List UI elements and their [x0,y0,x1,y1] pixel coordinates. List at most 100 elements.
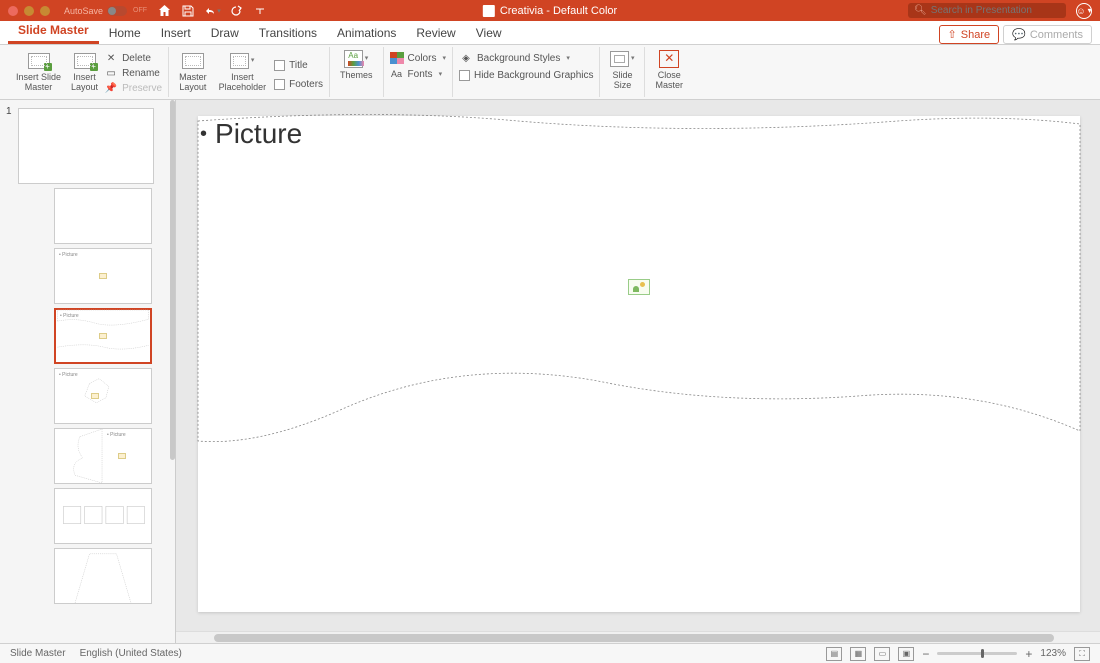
toggle-switch[interactable] [107,6,127,16]
fonts-icon: Aa [390,68,404,80]
master-thumbnail[interactable] [18,108,154,184]
close-icon: ✕ [659,50,679,68]
quick-access-toolbar: ▾ [157,4,267,18]
close-master-button[interactable]: ✕ Close Master [651,47,687,93]
layout-thumbnail-6[interactable] [54,488,152,544]
picture-icon[interactable] [628,279,650,295]
insert-layout-button[interactable]: + Insert Layout [67,49,102,95]
zoom-level[interactable]: 123% [1040,648,1066,659]
picture-icon [99,333,107,339]
status-bar: Slide Master English (United States) ▤ ▦… [0,643,1100,663]
status-language[interactable]: English (United States) [80,648,182,659]
content-area: 1 • Picture • Picture • Picture • Pictur… [0,100,1100,643]
tab-transitions[interactable]: Transitions [249,22,327,44]
document-icon [483,5,495,17]
autosave-off-label: OFF [133,7,147,14]
home-icon[interactable] [157,4,171,18]
zoom-out-button[interactable]: − [922,647,929,661]
tab-animations[interactable]: Animations [327,22,406,44]
tab-review[interactable]: Review [406,22,465,44]
picture-placeholder-shape[interactable] [198,116,1080,612]
delete-icon: ✕ [104,52,118,64]
comments-button[interactable]: 💬Comments [1003,25,1092,44]
user-account-button[interactable]: ☺▾ [1076,3,1092,19]
zoom-slider[interactable] [937,652,1017,655]
fit-to-window-button[interactable]: ⛶ [1074,647,1090,661]
bullet-icon: • [200,123,207,146]
undo-icon[interactable]: ▾ [205,4,219,18]
picture-icon [118,453,126,459]
share-button[interactable]: ⇧Share [939,25,1000,44]
search-icon: 🔍︎ [914,5,927,16]
close-window-button[interactable] [8,6,18,16]
layout-thumbnail-5[interactable]: • Picture [54,428,152,484]
rename-icon: ▭ [104,67,118,79]
horizontal-scrollbar[interactable] [176,631,1100,643]
title-placeholder[interactable]: • Picture [200,118,302,150]
title-bar: AutoSave OFF ▾ Creativia - Default Color… [0,0,1100,21]
layout-icon: + [74,53,96,69]
zoom-in-button[interactable]: + [1025,647,1032,661]
placeholder-title-text: Picture [215,118,302,150]
preserve-button[interactable]: 📌Preserve [104,81,162,95]
master-number: 1 [6,106,12,117]
delete-button[interactable]: ✕Delete [104,51,162,65]
layout-thumbnail-3[interactable]: • Picture [54,308,152,364]
title-checkbox[interactable]: Title [274,59,323,72]
themes-button[interactable]: ▾ Themes [336,47,377,83]
redo-icon[interactable] [229,4,243,18]
search-input[interactable] [931,5,1060,16]
ribbon-tabs: Slide Master Home Insert Draw Transition… [0,21,1100,45]
preserve-icon: 📌 [104,82,118,94]
share-icon: ⇧ [948,28,957,41]
slide-icon: + [28,53,50,69]
reading-view-button[interactable]: ▭ [874,647,890,661]
ribbon: + Insert Slide Master + Insert Layout ✕D… [0,45,1100,100]
thumbnail-scrollbar[interactable] [170,100,175,631]
minimize-window-button[interactable] [24,6,34,16]
tab-home[interactable]: Home [99,22,151,44]
sorter-view-button[interactable]: ▦ [850,647,866,661]
search-box[interactable]: 🔍︎ [908,3,1066,18]
slide-size-icon [610,51,628,67]
background-styles-button[interactable]: ◈Background Styles▾ [459,51,570,65]
normal-view-button[interactable]: ▤ [826,647,842,661]
zoom-window-button[interactable] [40,6,50,16]
tab-view[interactable]: View [466,22,512,44]
slideshow-button[interactable]: ▣ [898,647,914,661]
thumbnail-pane[interactable]: 1 • Picture • Picture • Picture • Pictur… [0,100,176,643]
status-view-mode: Slide Master [10,648,66,659]
bg-styles-icon: ◈ [459,52,473,64]
slide-canvas-area: • Picture [176,100,1100,643]
autosave-label: AutoSave [64,6,103,16]
tab-draw[interactable]: Draw [201,22,249,44]
document-title: Creativia - Default Color [483,5,617,17]
checkbox-icon [274,79,285,90]
layout-thumbnail-7[interactable] [54,548,152,604]
tab-slide-master[interactable]: Slide Master [8,19,99,44]
layout-thumbnail-1[interactable] [54,188,152,244]
rename-button[interactable]: ▭Rename [104,66,162,80]
master-layout-icon [182,53,204,69]
autosave-toggle[interactable]: AutoSave OFF [64,6,147,16]
insert-placeholder-button[interactable]: ▾ Insert Placeholder [215,49,271,95]
layout-thumbnail-4[interactable]: • Picture [54,368,152,424]
theme-icon [344,50,362,68]
colors-icon [390,52,404,64]
hide-bg-checkbox[interactable]: Hide Background Graphics [459,69,594,82]
colors-button[interactable]: Colors▾ [390,51,446,65]
qat-customize-icon[interactable] [253,4,267,18]
insert-slide-master-button[interactable]: + Insert Slide Master [12,49,65,95]
tab-insert[interactable]: Insert [151,22,201,44]
save-icon[interactable] [181,4,195,18]
window-controls [0,6,50,16]
slide-canvas[interactable]: • Picture [198,116,1080,612]
slide-size-button[interactable]: ▾ Slide Size [606,47,638,93]
checkbox-icon [459,70,470,81]
placeholder-icon [230,53,248,69]
layout-thumbnail-2[interactable]: • Picture [54,248,152,304]
master-layout-button[interactable]: Master Layout [175,49,211,95]
document-title-text: Creativia - Default Color [500,5,617,17]
fonts-button[interactable]: AaFonts▾ [390,67,443,81]
footers-checkbox[interactable]: Footers [274,78,323,91]
